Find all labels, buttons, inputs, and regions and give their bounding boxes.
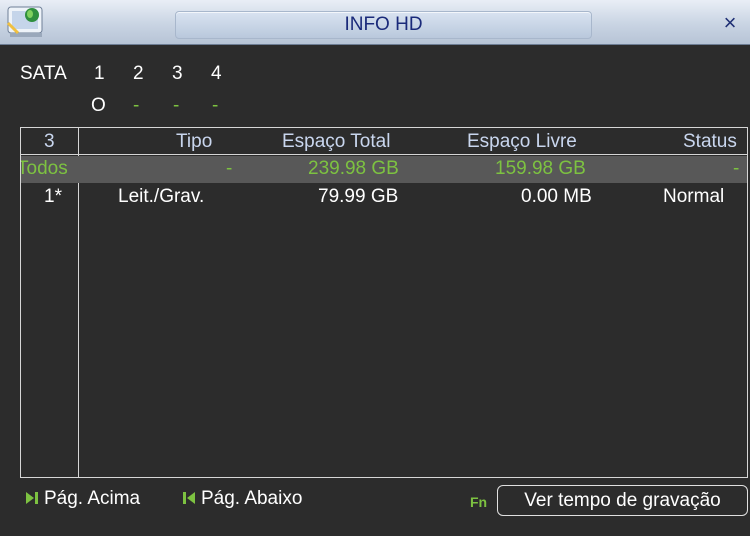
- page-down-icon: [181, 489, 197, 504]
- sata-status-3: -: [173, 95, 180, 116]
- row-1-status: Normal: [663, 186, 725, 207]
- page-up-icon: [24, 489, 40, 504]
- sata-port-1: 1: [94, 63, 105, 84]
- header-status: Status: [683, 131, 737, 152]
- page-up-label: Pág. Acima: [44, 488, 141, 509]
- row-1-total: 79.99 GB: [318, 186, 399, 207]
- sata-label: SATA: [20, 63, 67, 84]
- page-down-button[interactable]: Pág. Abaixo: [181, 488, 302, 510]
- sata-status-4: -: [212, 95, 219, 116]
- sata-port-2: 2: [133, 63, 144, 84]
- row-all-name: Todos: [21, 158, 68, 179]
- header-espaco-livre: Espaço Livre: [467, 131, 577, 152]
- hdd-info-window: INFO HD × SATA 1 2 3 4 O - - - 3 Tipo Es…: [0, 0, 750, 536]
- sata-status-1: O: [91, 95, 106, 116]
- close-icon[interactable]: ×: [720, 12, 740, 34]
- row-all-livre: 159.98 GB: [495, 158, 586, 179]
- page-up-button[interactable]: Pág. Acima: [24, 488, 140, 510]
- row-1-id: 1*: [44, 186, 62, 207]
- sata-port-3: 3: [172, 63, 183, 84]
- header-espaco-total: Espaço Total: [282, 131, 391, 152]
- title-bar: INFO HD ×: [0, 0, 750, 45]
- header-tipo: Tipo: [176, 131, 213, 152]
- window-title: INFO HD: [175, 11, 592, 39]
- sata-status-2: -: [133, 95, 140, 116]
- row-1-tipo: Leit./Grav.: [118, 186, 205, 207]
- sata-port-4: 4: [211, 63, 222, 84]
- row-all-tipo: -: [226, 158, 233, 179]
- row-all-status: -: [733, 158, 740, 179]
- fn-icon: Fn: [470, 494, 488, 510]
- header-count: 3: [44, 131, 55, 152]
- record-time-button[interactable]: Ver tempo de gravação: [497, 485, 748, 516]
- page-down-label: Pág. Abaixo: [201, 488, 303, 509]
- row-all-total: 239.98 GB: [308, 158, 399, 179]
- hdd-info-icon: [4, 3, 48, 40]
- row-1-livre: 0.00 MB: [521, 186, 592, 207]
- row-all-clip: Todos: [21, 156, 78, 183]
